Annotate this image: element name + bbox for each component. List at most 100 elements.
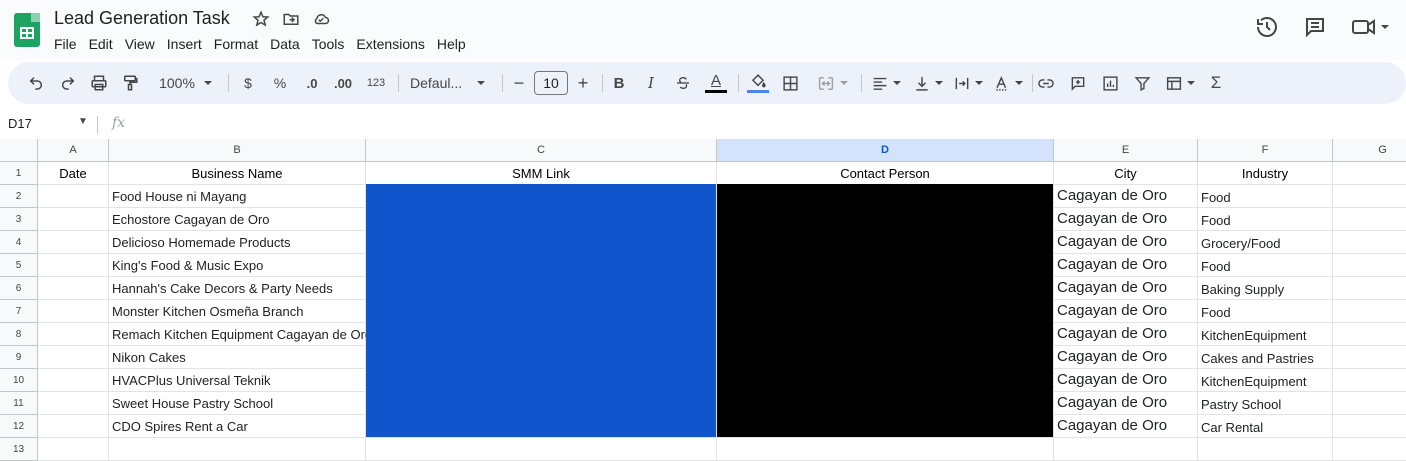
menu-edit[interactable]: Edit (83, 35, 119, 53)
insert-chart-icon[interactable] (1100, 71, 1120, 95)
redo-icon[interactable] (58, 71, 78, 95)
cell-empty[interactable] (1054, 438, 1198, 461)
fill-color-icon[interactable] (746, 71, 770, 95)
meet-video-icon[interactable] (1350, 14, 1390, 40)
header-cell-smm-link[interactable]: SMM Link (366, 162, 717, 185)
cell-empty[interactable] (717, 438, 1054, 461)
paint-format-icon[interactable] (120, 71, 140, 95)
cell-industry[interactable]: KitchenEquipment (1198, 323, 1333, 346)
text-wrapping-icon[interactable] (950, 71, 986, 95)
functions-button[interactable]: Σ (1206, 71, 1226, 95)
cell-industry[interactable]: Cakes and Pastries (1198, 346, 1333, 369)
font-select[interactable]: Defaul... (410, 71, 494, 95)
print-icon[interactable] (89, 71, 109, 95)
cell-date[interactable] (38, 369, 109, 392)
font-size-value[interactable]: 10 (534, 71, 568, 95)
menu-file[interactable]: File (54, 35, 83, 53)
cell-city[interactable]: Cagayan de Oro (1054, 323, 1198, 346)
decrease-font-size-button[interactable]: − (510, 71, 528, 95)
cell-city[interactable]: Cagayan de Oro (1054, 415, 1198, 438)
cell-business-name[interactable]: King's Food & Music Expo (109, 254, 366, 277)
cell-date[interactable] (38, 185, 109, 208)
text-color-button[interactable]: A (704, 71, 728, 95)
row-header[interactable]: 3 (0, 208, 38, 231)
column-header-g[interactable]: G (1333, 139, 1406, 162)
menu-view[interactable]: View (119, 35, 161, 53)
cell-business-name[interactable]: Delicioso Homemade Products (109, 231, 366, 254)
cell-city[interactable]: Cagayan de Oro (1054, 208, 1198, 231)
cell-date[interactable] (38, 277, 109, 300)
increase-font-size-button[interactable]: + (574, 71, 592, 95)
row-header[interactable]: 13 (0, 438, 38, 461)
row-header[interactable]: 10 (0, 369, 38, 392)
cell-business-name[interactable]: Remach Kitchen Equipment Cagayan de Oro (109, 323, 372, 346)
filter-views-icon[interactable] (1162, 71, 1198, 95)
menu-extensions[interactable]: Extensions (350, 35, 430, 53)
horizontal-align-icon[interactable] (868, 71, 904, 95)
menu-format[interactable]: Format (208, 35, 264, 53)
cell-g1[interactable] (1333, 162, 1406, 185)
row-header[interactable]: 1 (0, 162, 38, 185)
cell-empty[interactable] (366, 438, 717, 461)
menu-help[interactable]: Help (431, 35, 472, 53)
row-header[interactable]: 8 (0, 323, 38, 346)
cell-date[interactable] (38, 415, 109, 438)
cell-industry[interactable]: Baking Supply (1198, 277, 1333, 300)
select-all-corner[interactable] (0, 139, 38, 162)
zoom-select[interactable]: 100% (154, 71, 218, 95)
name-box-chevron-icon[interactable]: ▼ (78, 116, 88, 127)
row-header[interactable]: 4 (0, 231, 38, 254)
cell-empty[interactable] (38, 438, 109, 461)
undo-icon[interactable] (26, 71, 46, 95)
cell-date[interactable] (38, 208, 109, 231)
cell-city[interactable]: Cagayan de Oro (1054, 277, 1198, 300)
cell-g[interactable] (1333, 185, 1406, 208)
cell-business-name[interactable]: CDO Spires Rent a Car (109, 415, 366, 438)
cell-empty[interactable] (1198, 438, 1333, 461)
header-cell-industry[interactable]: Industry (1198, 162, 1333, 185)
filter-icon[interactable] (1132, 71, 1152, 95)
cell-industry[interactable]: Grocery/Food (1198, 231, 1333, 254)
menu-tools[interactable]: Tools (306, 35, 351, 53)
cell-industry[interactable]: Food (1198, 300, 1333, 323)
star-icon[interactable] (250, 9, 272, 29)
cell-date[interactable] (38, 323, 109, 346)
row-header[interactable]: 12 (0, 415, 38, 438)
cell-g[interactable] (1333, 300, 1406, 323)
column-header-c[interactable]: C (366, 139, 717, 162)
percent-format-button[interactable]: % (270, 71, 290, 95)
cell-date[interactable] (38, 392, 109, 415)
number-format-button[interactable]: 123 (364, 71, 388, 95)
sheets-logo-icon[interactable] (14, 13, 40, 47)
cell-g[interactable] (1333, 415, 1406, 438)
cell-date[interactable] (38, 254, 109, 277)
column-header-f[interactable]: F (1198, 139, 1333, 162)
cell-industry[interactable]: Food (1198, 254, 1333, 277)
insert-comment-icon[interactable] (1068, 71, 1088, 95)
cell-g[interactable] (1333, 208, 1406, 231)
strikethrough-icon[interactable] (673, 71, 693, 95)
row-header[interactable]: 5 (0, 254, 38, 277)
cell-date[interactable] (38, 300, 109, 323)
column-header-e[interactable]: E (1054, 139, 1198, 162)
name-box[interactable]: D17 (8, 116, 32, 131)
italic-button[interactable]: I (641, 71, 661, 95)
cell-city[interactable]: Cagayan de Oro (1054, 392, 1198, 415)
cell-empty[interactable] (1333, 438, 1406, 461)
cell-industry[interactable]: Car Rental (1198, 415, 1333, 438)
vertical-align-icon[interactable] (910, 71, 946, 95)
cell-business-name[interactable]: Hannah's Cake Decors & Party Needs (109, 277, 366, 300)
cell-city[interactable]: Cagayan de Oro (1054, 369, 1198, 392)
cell-business-name[interactable]: HVACPlus Universal Teknik (109, 369, 366, 392)
cell-business-name[interactable]: Food House ni Mayang (109, 185, 366, 208)
cell-g[interactable] (1333, 277, 1406, 300)
header-cell-city[interactable]: City (1054, 162, 1198, 185)
cell-date[interactable] (38, 346, 109, 369)
cell-city[interactable]: Cagayan de Oro (1054, 300, 1198, 323)
cell-g[interactable] (1333, 369, 1406, 392)
header-cell-contact-person[interactable]: Contact Person (717, 162, 1054, 185)
bold-button[interactable]: B (609, 71, 629, 95)
row-header[interactable]: 7 (0, 300, 38, 323)
currency-format-button[interactable]: $ (238, 71, 258, 95)
cell-industry[interactable]: Food (1198, 208, 1333, 231)
